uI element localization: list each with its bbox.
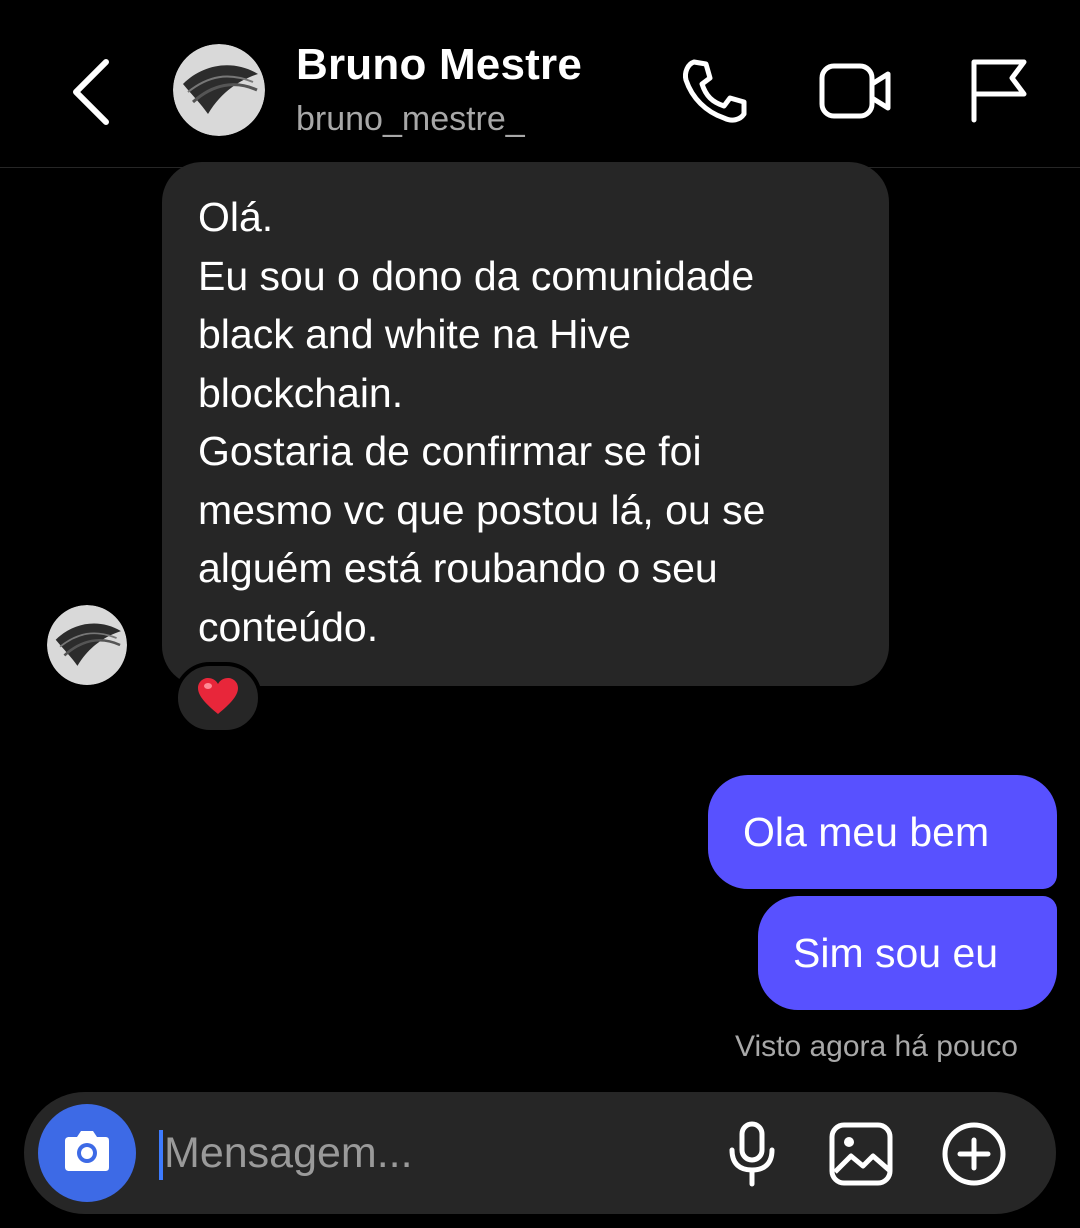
heart-icon [196, 676, 240, 721]
heart-reaction[interactable] [174, 662, 262, 734]
flag-icon[interactable] [962, 56, 1032, 126]
message-line: alguém está roubando o seu [198, 545, 718, 591]
video-camera-icon[interactable] [818, 56, 891, 126]
outgoing-message-bubble[interactable]: Ola meu bem [708, 775, 1057, 889]
camera-icon [61, 1129, 113, 1178]
camera-button[interactable] [38, 1104, 136, 1202]
incoming-message-bubble[interactable]: Olá. Eu sou o dono da comunidade black a… [162, 162, 889, 686]
back-chevron-icon[interactable] [62, 52, 122, 132]
message-line: mesmo vc que postou lá, ou se [198, 486, 766, 533]
message-input[interactable] [164, 1120, 704, 1186]
sender-avatar[interactable] [47, 605, 127, 685]
phone-icon[interactable] [680, 56, 750, 126]
text-cursor [159, 1130, 163, 1180]
contact-name[interactable]: Bruno Mestre [296, 40, 582, 90]
message-composer [24, 1092, 1056, 1214]
chat-header: Bruno Mestre bruno_mestre_ [0, 0, 1080, 168]
message-line: Eu sou o dono da comunidade [198, 252, 755, 299]
avatar[interactable] [173, 44, 265, 136]
contact-handle[interactable]: bruno_mestre_ [296, 100, 525, 139]
plus-circle-icon[interactable] [940, 1120, 1008, 1188]
microphone-icon[interactable] [718, 1120, 786, 1188]
message-line: Olá. [198, 194, 274, 240]
message-line: Gostaria de confirmar se foi [198, 428, 702, 474]
message-line: black and white na Hive [198, 311, 632, 357]
message-line: conteúdo. [198, 603, 379, 650]
message-line: blockchain. [198, 369, 404, 416]
seen-status: Visto agora há pouco [735, 1030, 1018, 1063]
outgoing-message-bubble[interactable]: Sim sou eu [758, 896, 1057, 1010]
gallery-icon[interactable] [827, 1120, 895, 1188]
